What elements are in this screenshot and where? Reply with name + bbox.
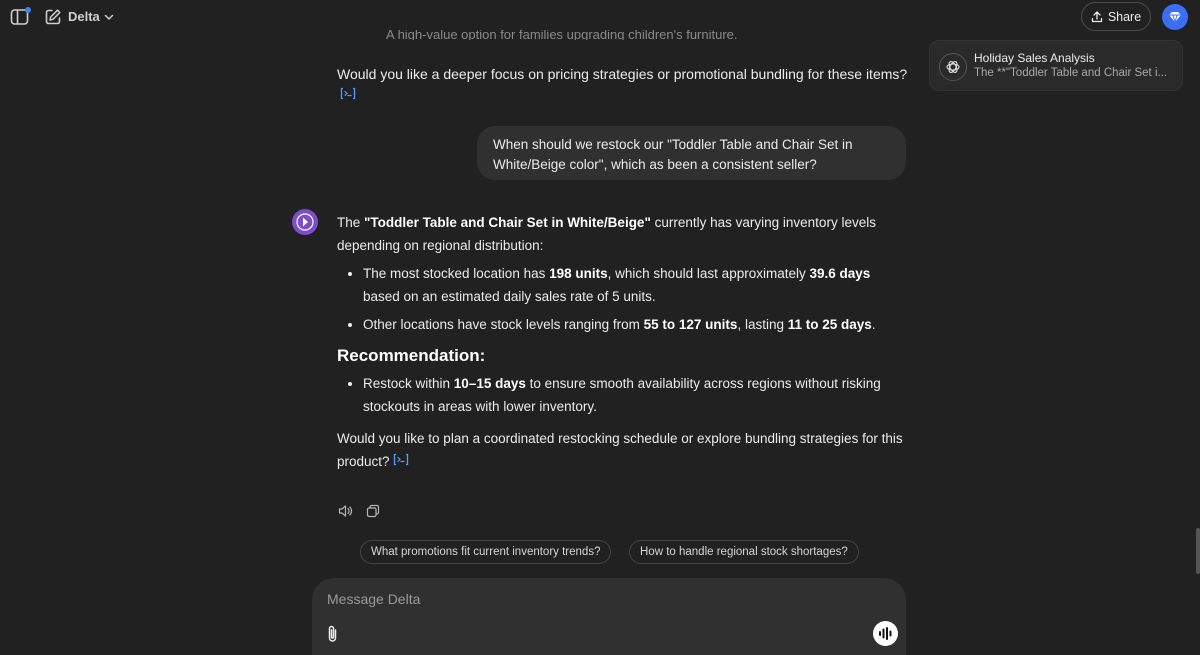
- message-composer: [312, 578, 906, 655]
- copy-icon: [366, 504, 380, 518]
- citation-icon[interactable]: [393, 451, 409, 474]
- list-item: The most stocked location has 198 units,…: [363, 263, 907, 308]
- chevron-down-icon: [104, 14, 114, 20]
- voice-mode-button[interactable]: [873, 621, 898, 646]
- user-message-text: When should we restock our "Toddler Tabl…: [493, 137, 853, 172]
- suggestion-chip[interactable]: How to handle regional stock shortages?: [629, 540, 859, 564]
- paperclip-icon: [328, 625, 337, 642]
- user-message-bubble: When should we restock our "Toddler Tabl…: [477, 126, 906, 180]
- list-item: Other locations have stock levels rangin…: [363, 314, 907, 337]
- inventory-list: The most stocked location has 198 units,…: [337, 263, 907, 337]
- voice-waveform-icon: [879, 627, 892, 640]
- new-chat-icon: [45, 9, 61, 25]
- answer-closing: Would you like to plan a coordinated res…: [337, 428, 907, 473]
- notification-dot: [25, 7, 31, 13]
- recommendation-heading: Recommendation:: [337, 345, 486, 365]
- assistant-avatar: [292, 209, 318, 235]
- previous-answer-clipped-line: A high-value option for families upgradi…: [386, 30, 738, 40]
- closing-text: Would you like to plan a coordinated res…: [337, 431, 903, 469]
- read-aloud-button[interactable]: [337, 503, 353, 522]
- assistant-message: The "Toddler Table and Chair Set in Whit…: [337, 212, 907, 473]
- model-selector[interactable]: Delta: [68, 9, 114, 24]
- citation-icon[interactable]: [340, 85, 356, 105]
- sidebar-toggle-button[interactable]: [8, 6, 32, 28]
- conversation-notification[interactable]: Holiday Sales Analysis The **"Toddler Ta…: [929, 40, 1183, 91]
- previous-answer-question: Would you like a deeper focus on pricing…: [337, 64, 917, 105]
- top-bar: Delta Share: [0, 0, 1200, 34]
- notification-title: Holiday Sales Analysis: [974, 51, 1095, 65]
- suggestion-chip[interactable]: What promotions fit current inventory tr…: [360, 540, 612, 564]
- share-button[interactable]: Share: [1081, 2, 1151, 31]
- user-avatar[interactable]: [1162, 4, 1188, 30]
- recommendation-list: Restock within 10–15 days to ensure smoo…: [337, 373, 907, 418]
- message-input[interactable]: [325, 588, 849, 610]
- openai-logo-icon: [939, 53, 967, 81]
- list-item: Restock within 10–15 days to ensure smoo…: [363, 373, 907, 418]
- diamond-icon: [1169, 12, 1181, 23]
- share-label: Share: [1107, 9, 1142, 24]
- attach-button[interactable]: [324, 624, 342, 644]
- assistant-logo-icon: [296, 213, 314, 231]
- copy-button[interactable]: [365, 503, 381, 522]
- scrollbar-thumb[interactable]: [1196, 528, 1200, 574]
- product-name: "Toddler Table and Chair Set in White/Be…: [364, 215, 651, 230]
- previous-answer-text: Would you like a deeper focus on pricing…: [337, 66, 908, 82]
- model-name: Delta: [68, 9, 100, 24]
- speaker-icon: [338, 505, 353, 517]
- notification-subtitle: The **"Toddler Table and Chair Set i...: [974, 67, 1168, 79]
- message-actions: [337, 503, 381, 522]
- intro-text: The: [337, 215, 365, 230]
- answer-intro: The "Toddler Table and Chair Set in Whit…: [337, 212, 907, 257]
- share-icon: [1091, 10, 1102, 22]
- new-chat-button[interactable]: [42, 6, 64, 28]
